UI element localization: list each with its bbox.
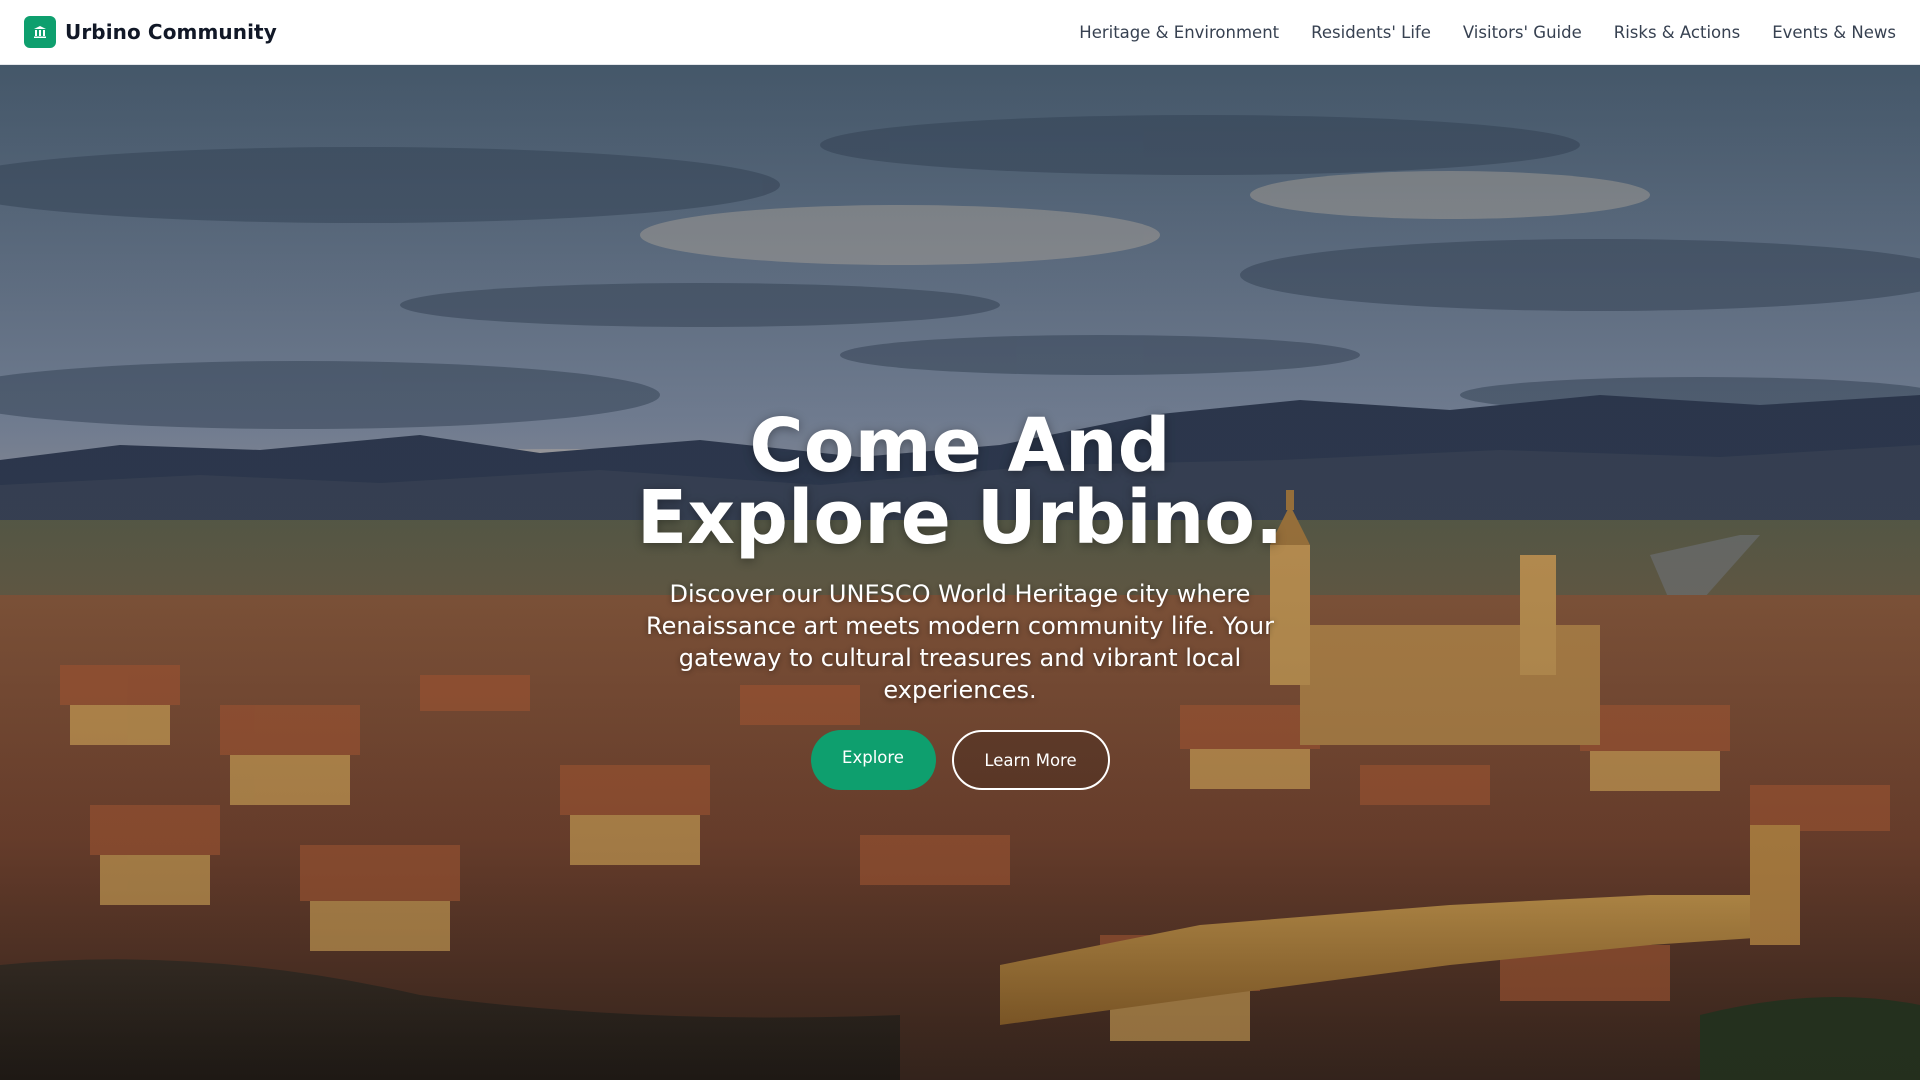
hero-title-line-1: Come And <box>749 403 1171 489</box>
nav-visitors-guide[interactable]: Visitors' Guide <box>1463 23 1582 42</box>
hero-buttons: Explore Learn More <box>810 730 1110 790</box>
landmark-icon <box>24 16 56 48</box>
brand[interactable]: Urbino Community <box>24 16 277 48</box>
hero-subtitle: Discover our UNESCO World Heritage city … <box>646 580 1274 704</box>
nav-residents-life[interactable]: Residents' Life <box>1311 23 1431 42</box>
nav-events-news[interactable]: Events & News <box>1772 23 1896 42</box>
hero-title-line-2: Explore Urbino. <box>636 475 1284 561</box>
hero-title: Come And Explore Urbino. <box>636 403 1284 561</box>
learn-more-button[interactable]: Learn More <box>951 730 1110 790</box>
top-navbar: Urbino Community Heritage & Environment … <box>0 0 1920 65</box>
brand-name: Urbino Community <box>65 20 277 44</box>
nav-risks-actions[interactable]: Risks & Actions <box>1614 23 1740 42</box>
hero-section: Come And Explore Urbino. Discover our UN… <box>0 65 1920 1080</box>
explore-button[interactable]: Explore <box>810 730 936 790</box>
main-nav: Heritage & Environment Residents' Life V… <box>1079 23 1896 42</box>
hero-content: Come And Explore Urbino. Discover our UN… <box>0 403 1920 790</box>
nav-heritage-environment[interactable]: Heritage & Environment <box>1079 23 1279 42</box>
